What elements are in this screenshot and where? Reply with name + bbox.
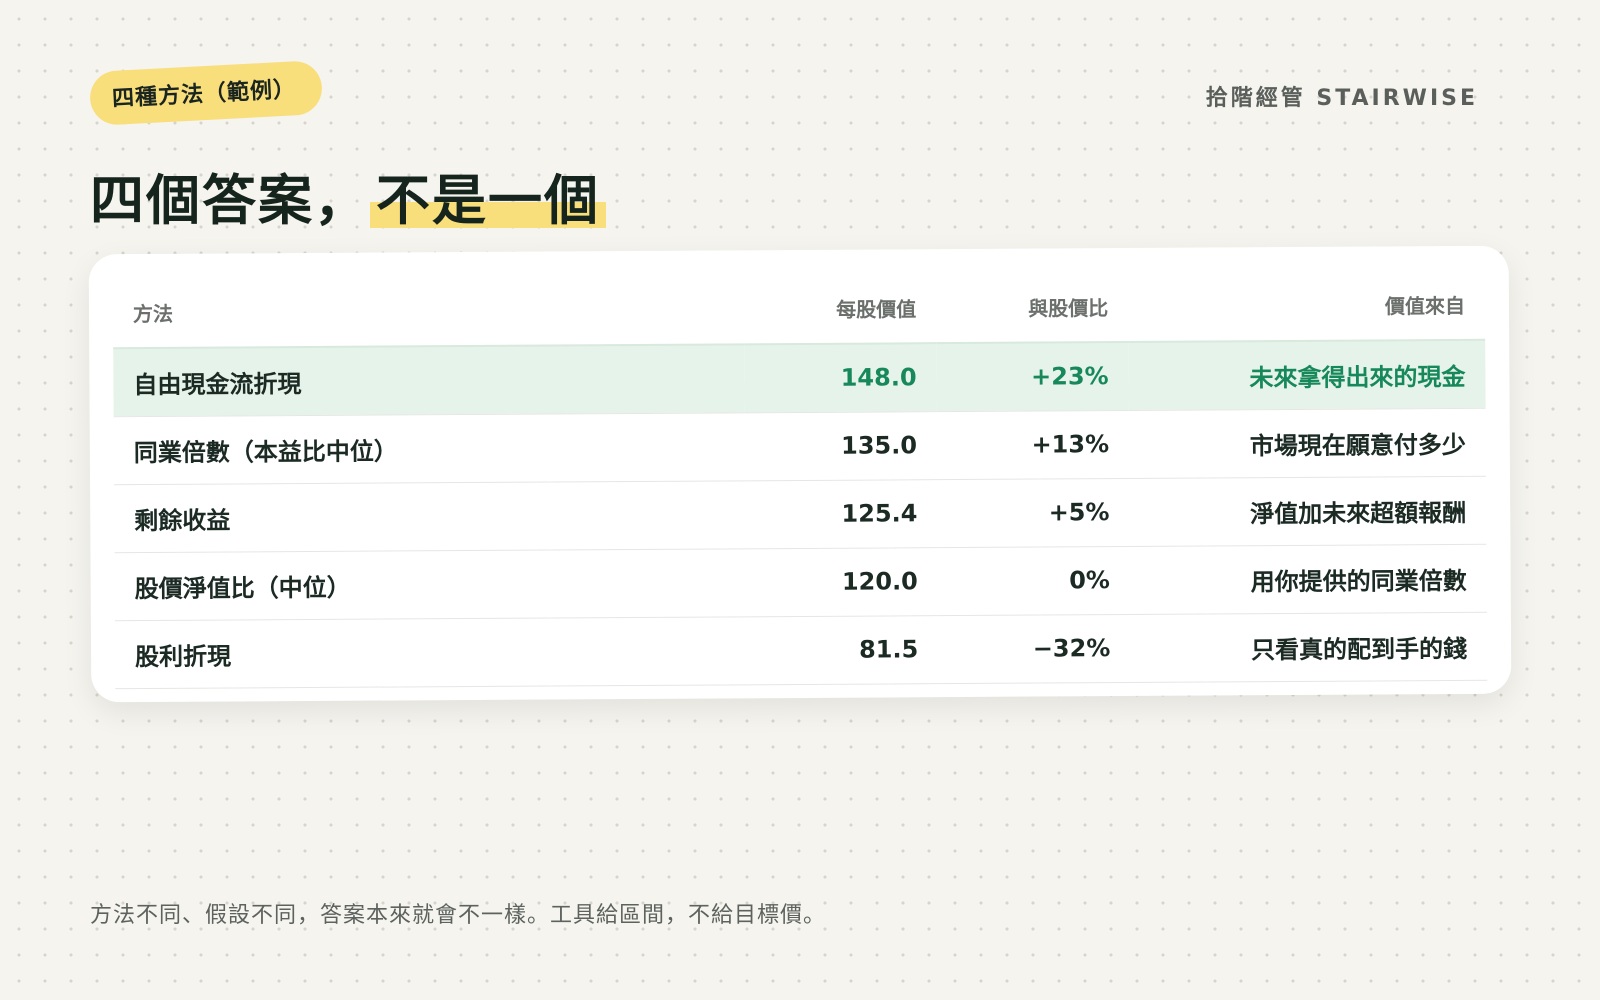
footer-note: 方法不同、假設不同，答案本來就會不一樣。工具給區間，不給目標價。 [90, 903, 827, 928]
row-ratio: +13% [936, 409, 1130, 480]
valuation-table-card: 方法 每股價值 與股價比 價值來自 自由現金流折現 148.0 +23% 未來拿… [88, 245, 1512, 703]
row-source: 淨值加未來超額報酬 [1129, 475, 1487, 546]
header-ratio: 與股價比 [935, 271, 1129, 344]
row-source: 未來拿得出來的現金 [1128, 339, 1486, 410]
header-source: 價值來自 [1128, 269, 1486, 342]
header-method: 方法 [112, 274, 745, 349]
table-header-row: 方法 每股價值 與股價比 價值來自 [112, 269, 1486, 349]
row-ratio: 0% [937, 545, 1131, 616]
row-value: 125.4 [745, 479, 938, 549]
row-ratio: −32% [938, 613, 1131, 684]
row-source: 只看真的配到手的錢 [1130, 611, 1488, 682]
row-value: 120.0 [745, 547, 939, 617]
title-highlight: 不是一個 [370, 169, 606, 232]
row-ratio: +23% [936, 341, 1129, 412]
row-method: 自由現金流折現 [113, 344, 745, 417]
row-method: 股利折現 [114, 616, 747, 689]
row-ratio: +5% [937, 477, 1130, 548]
section-tag: 四種方法（範例） [88, 59, 324, 127]
table-row: 同業倍數（本益比中位） 135.0 +13% 市場現在願意付多少 [113, 407, 1487, 485]
row-method: 同業倍數（本益比中位） [113, 412, 746, 485]
header-value: 每股價值 [743, 273, 937, 345]
table-row: 股價淨值比（中位） 120.0 0% 用你提供的同業倍數 [114, 543, 1487, 621]
row-value: 148.0 [744, 343, 937, 413]
table-row: 自由現金流折現 148.0 +23% 未來拿得出來的現金 [113, 339, 1486, 417]
row-value: 81.5 [745, 615, 939, 685]
row-method: 剩餘收益 [114, 480, 746, 553]
row-value: 135.0 [744, 411, 938, 481]
row-method: 股價淨值比（中位） [114, 548, 746, 621]
table-row: 股利折現 81.5 −32% 只看真的配到手的錢 [114, 611, 1488, 689]
page-title: 四個答案， 不是一個 [90, 156, 606, 235]
table-row: 剩餘收益 125.4 +5% 淨值加未來超額報酬 [114, 475, 1487, 553]
valuation-table: 方法 每股價值 與股價比 價值來自 自由現金流折現 148.0 +23% 未來拿… [112, 269, 1488, 689]
row-source: 用你提供的同業倍數 [1129, 543, 1487, 614]
title-main: 四個答案， [90, 169, 370, 232]
row-source: 市場現在願意付多少 [1128, 407, 1487, 478]
brand-logo-text: 拾階經管 STAIRWISE [1205, 86, 1478, 111]
